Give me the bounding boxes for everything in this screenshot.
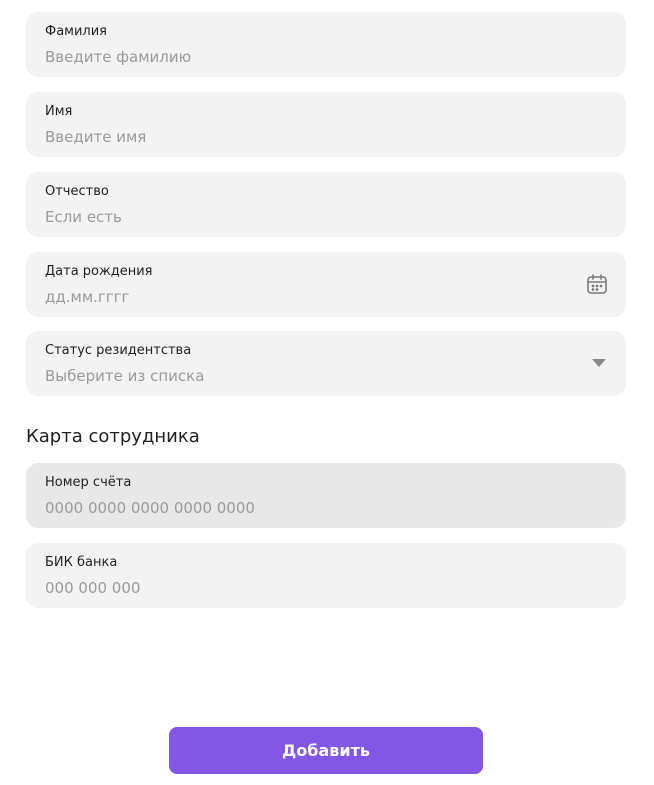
employee-form-page: Фамилия Имя Отчество Дата рождения Стату… [0, 0, 654, 785]
patronymic-label: Отчество [45, 184, 109, 199]
account-number-field[interactable]: Номер счёта [26, 463, 626, 528]
patronymic-input[interactable] [45, 206, 565, 228]
residency-status-select[interactable]: Статус резидентства [26, 331, 626, 396]
birth-date-label: Дата рождения [45, 264, 153, 279]
account-number-label: Номер счёта [45, 475, 132, 490]
last-name-field[interactable]: Фамилия [26, 12, 626, 77]
calendar-icon[interactable] [586, 273, 608, 295]
patronymic-field[interactable]: Отчество [26, 172, 626, 237]
add-button[interactable]: Добавить [169, 727, 483, 774]
residency-status-input[interactable] [45, 365, 565, 387]
last-name-input[interactable] [45, 46, 565, 68]
first-name-field[interactable]: Имя [26, 92, 626, 157]
account-number-input[interactable] [45, 497, 565, 519]
chevron-down-icon[interactable] [591, 358, 607, 368]
bank-bik-input[interactable] [45, 577, 565, 599]
bank-bik-label: БИК банка [45, 555, 118, 570]
birth-date-field[interactable]: Дата рождения [26, 252, 626, 317]
first-name-label: Имя [45, 104, 73, 119]
bank-bik-field[interactable]: БИК банка [26, 543, 626, 608]
employee-card-title: Карта сотрудника [26, 426, 200, 447]
last-name-label: Фамилия [45, 24, 107, 39]
residency-status-label: Статус резидентства [45, 343, 192, 358]
first-name-input[interactable] [45, 126, 565, 148]
birth-date-input[interactable] [45, 286, 565, 308]
